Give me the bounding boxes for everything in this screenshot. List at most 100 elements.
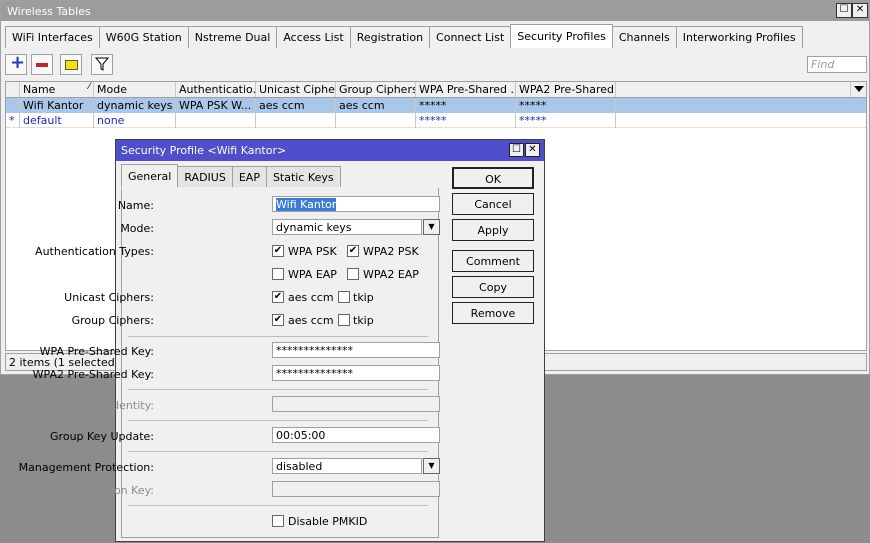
find-input[interactable]: Find [807, 56, 867, 73]
unicast-tkip-label: tkip [353, 291, 374, 304]
mode-label: Mode: [120, 222, 154, 235]
tab-eap[interactable]: EAP [231, 166, 267, 187]
folder-icon [65, 60, 78, 70]
dialog-title: Security Profile <Wifi Kantor> [121, 144, 287, 157]
column-menu-button[interactable] [850, 82, 866, 97]
maximize-icon[interactable]: ☐ [836, 3, 852, 18]
dropdown-arrow-icon: ▼ [428, 222, 435, 231]
name-label: Name: [117, 199, 154, 212]
dialog-tab-bar: General RADIUS EAP Static Keys [121, 164, 341, 187]
table-row[interactable]: * default none ***** ***** [6, 113, 866, 128]
column-header-wpa[interactable]: WPA Pre-Shared ... [416, 82, 516, 97]
wpa-eap-checkbox[interactable] [272, 268, 284, 280]
group-aes-checkbox[interactable]: ✔ [272, 314, 284, 326]
cancel-button[interactable]: Cancel [452, 193, 534, 215]
mode-dropdown-button[interactable]: ▼ [423, 219, 440, 235]
management-protection-key-field [272, 481, 440, 497]
close-icon[interactable]: ✕ [852, 3, 868, 18]
mode-select[interactable]: dynamic keys [272, 219, 422, 235]
wpa2-eap-label: WPA2 EAP [363, 268, 419, 281]
plus-icon: + [10, 52, 26, 73]
tab-registration[interactable]: Registration [349, 26, 431, 48]
unicast-ciphers-label: Unicast Ciphers: [64, 291, 154, 304]
column-header-group[interactable]: Group Ciphers [336, 82, 416, 97]
remove-button[interactable]: Remove [452, 302, 534, 324]
column-header-name[interactable]: Name ⁄ [20, 82, 94, 97]
add-button[interactable]: + [5, 52, 27, 75]
divider [128, 389, 428, 390]
group-key-update-field[interactable]: 00:05:00 [272, 427, 440, 443]
group-ciphers-label: Group Ciphers: [71, 314, 154, 327]
management-protection-select[interactable]: disabled [272, 458, 422, 474]
sort-icon: ⁄ [88, 82, 90, 92]
table-header: Name ⁄ Mode Authenticatio... Unicast Ciph… [6, 82, 866, 98]
dialog-titlebar: Security Profile <Wifi Kantor> ☐ ✕ [116, 140, 544, 161]
unicast-tkip-checkbox[interactable] [338, 291, 350, 303]
ok-button[interactable]: OK [452, 167, 534, 189]
management-protection-dropdown-button[interactable]: ▼ [423, 458, 440, 474]
dropdown-arrow-icon [854, 86, 864, 92]
wpa-psk-checkbox[interactable]: ✔ [272, 245, 284, 257]
management-protection-key-label: Management Protection Key: [0, 484, 154, 497]
wpa-key-field[interactable]: ************** [272, 342, 440, 358]
wpa2-key-label: WPA2 Pre-Shared Key: [32, 368, 154, 381]
supplicant-identity-field [272, 396, 440, 412]
column-header-auth[interactable]: Authenticatio... [176, 82, 256, 97]
dropdown-arrow-icon: ▼ [428, 461, 435, 470]
tab-access-list[interactable]: Access List [276, 26, 351, 48]
filter-button[interactable] [91, 54, 113, 75]
column-header-mode[interactable]: Mode [94, 82, 176, 97]
auth-types-label: Authentication Types: [35, 245, 154, 258]
divider [128, 420, 428, 421]
wpa2-eap-checkbox[interactable] [347, 268, 359, 280]
copy-button[interactable]: Copy [452, 276, 534, 298]
tab-general[interactable]: General [121, 164, 179, 187]
tab-wifi-interfaces[interactable]: WiFi Interfaces [5, 26, 100, 48]
tab-connect-list[interactable]: Connect List [429, 26, 512, 48]
wpa2-key-field[interactable]: ************** [272, 365, 440, 381]
tab-static-keys[interactable]: Static Keys [265, 166, 341, 187]
tab-channels[interactable]: Channels [611, 26, 677, 48]
disable-pmkid-checkbox[interactable] [272, 515, 284, 527]
group-aes-label: aes ccm [288, 314, 334, 327]
comment-button[interactable] [60, 54, 82, 75]
divider [128, 336, 428, 337]
name-field[interactable]: Wifi Kantor [272, 196, 440, 212]
remove-button[interactable] [31, 54, 53, 75]
wpa-psk-label: WPA PSK [288, 245, 337, 258]
divider [128, 451, 428, 452]
general-panel: Name: Wifi Kantor Mode: dynamic keys ▼ A… [0, 188, 440, 538]
toolbar: + Find [5, 52, 867, 77]
dialog-maximize-icon[interactable]: ☐ [509, 143, 524, 157]
security-profile-dialog: Security Profile <Wifi Kantor> ☐ ✕ Gener… [0, 139, 545, 542]
flag-column-header [6, 82, 20, 97]
dialog-close-icon[interactable]: ✕ [525, 143, 540, 157]
tab-interworking-profiles[interactable]: Interworking Profiles [675, 26, 803, 48]
group-tkip-checkbox[interactable] [338, 314, 350, 326]
wpa-eap-label: WPA EAP [288, 268, 337, 281]
tab-nstreme-dual[interactable]: Nstreme Dual [187, 26, 278, 48]
apply-button[interactable]: Apply [452, 219, 534, 241]
group-tkip-label: tkip [353, 314, 374, 327]
filter-icon [95, 57, 109, 71]
group-key-update-label: Group Key Update: [50, 430, 154, 443]
wpa2-psk-label: WPA2 PSK [363, 245, 419, 258]
tab-bar: WiFi Interfaces W60G Station Nstreme Dua… [5, 24, 803, 48]
supplicant-identity-label: Supplicant Identity: [47, 399, 154, 412]
wpa-key-label: WPA Pre-Shared Key: [39, 345, 154, 358]
column-header-wpa2[interactable]: WPA2 Pre-Shared... [516, 82, 616, 97]
divider [128, 505, 428, 506]
column-header-unicast[interactable]: Unicast Ciphers [256, 82, 336, 97]
window-title: Wireless Tables [7, 5, 91, 18]
unicast-aes-checkbox[interactable]: ✔ [272, 291, 284, 303]
tab-w60g-station[interactable]: W60G Station [98, 26, 189, 48]
table-row[interactable]: Wifi Kantor dynamic keys WPA PSK W... ae… [6, 98, 866, 113]
minus-icon [36, 63, 48, 67]
unicast-aes-label: aes ccm [288, 291, 334, 304]
management-protection-label: Management Protection: [18, 461, 154, 474]
tab-security-profiles[interactable]: Security Profiles [510, 24, 613, 48]
comment-button[interactable]: Comment [452, 250, 534, 272]
wpa2-psk-checkbox[interactable]: ✔ [347, 245, 359, 257]
disable-pmkid-label: Disable PMKID [288, 515, 368, 528]
tab-radius[interactable]: RADIUS [177, 166, 233, 187]
